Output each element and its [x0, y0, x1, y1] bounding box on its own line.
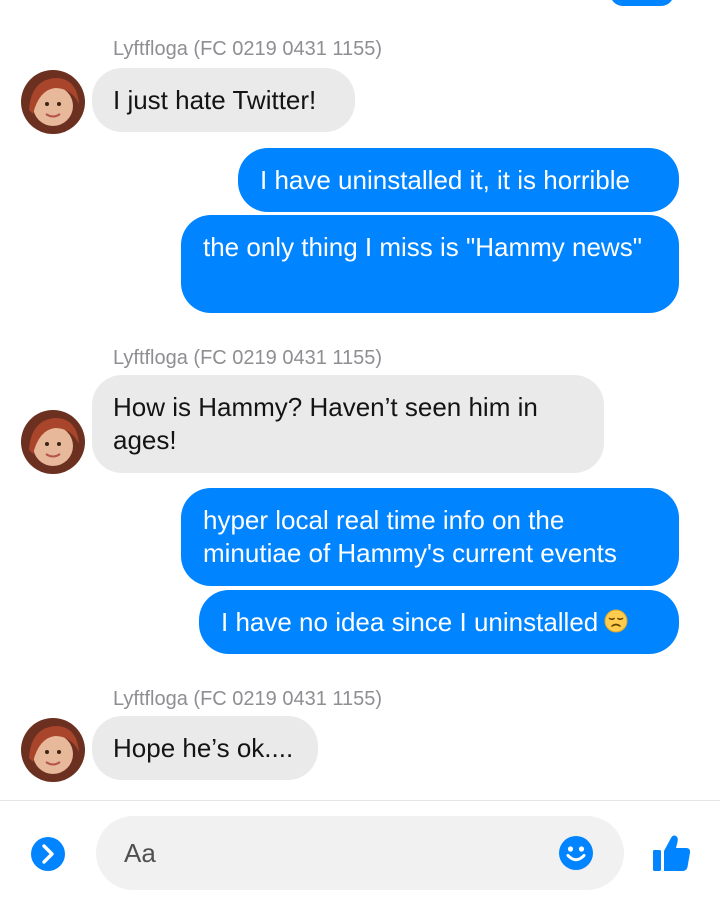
smiley-icon[interactable]	[558, 835, 594, 871]
chevron-right-icon[interactable]	[31, 837, 65, 871]
message-bubble[interactable]: Hope he’s ok....	[92, 716, 318, 780]
sender-name: Lyftfloga (FC 0219 0431 1155)	[113, 347, 383, 369]
message-text: I just hate Twitter!	[113, 85, 317, 115]
message-bubble[interactable]: I have no idea since I uninstalled	[199, 590, 679, 654]
message-bubble[interactable]: hyper local real time info on the minuti…	[181, 488, 679, 586]
avatar[interactable]	[21, 70, 85, 134]
message-text: Hope he’s ok....	[113, 733, 294, 763]
avatar[interactable]	[21, 410, 85, 474]
sender-name: Lyftfloga (FC 0219 0431 1155)	[113, 688, 383, 710]
message-text: I have no idea since I uninstalled	[221, 607, 599, 637]
message-text: hyper local real time info on the minuti…	[203, 505, 617, 568]
message-input[interactable]: Aa	[96, 816, 624, 890]
message-bubble[interactable]: I have uninstalled it, it is horrible	[238, 148, 679, 212]
disappointed-face-emoji	[604, 609, 628, 633]
previous-message-bubble	[610, 0, 674, 6]
message-bubble[interactable]: I just hate Twitter!	[92, 68, 355, 132]
message-text: the only thing I miss is "Hammy news"	[203, 232, 642, 262]
message-input-placeholder: Aa	[124, 838, 156, 868]
composer-bar: Aa	[0, 801, 720, 906]
message-bubble[interactable]: How is Hammy? Haven’t seen him in ages!	[92, 375, 604, 473]
message-text: I have uninstalled it, it is horrible	[260, 165, 630, 195]
avatar[interactable]	[21, 718, 85, 782]
message-text: How is Hammy? Haven’t seen him in ages!	[113, 392, 538, 455]
thumbs-up-icon[interactable]	[652, 833, 692, 873]
chat-screen: Lyftfloga (FC 0219 0431 1155) I just hat…	[0, 0, 720, 906]
message-bubble[interactable]: the only thing I miss is "Hammy news"	[181, 215, 679, 313]
sender-name: Lyftfloga (FC 0219 0431 1155)	[113, 38, 383, 60]
